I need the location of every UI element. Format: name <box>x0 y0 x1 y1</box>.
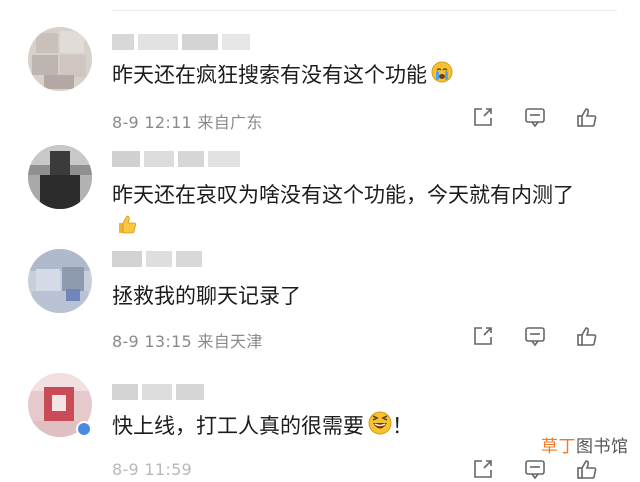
laughing-face-icon <box>368 411 392 444</box>
comment-meta: 8-9 13:15 来自天津 <box>112 332 263 351</box>
comment-text-content: 拯救我的聊天记录了 <box>112 284 301 308</box>
watermark: 草丁图书馆 <box>541 432 629 457</box>
share-icon[interactable] <box>470 104 496 130</box>
comment-meta: 8-9 11:59 <box>112 460 193 479</box>
username-blurred[interactable] <box>112 34 250 50</box>
username-blurred[interactable] <box>112 251 202 267</box>
crying-face-icon <box>431 60 453 92</box>
comment-meta: 8-9 12:11 来自广东 <box>112 113 263 132</box>
comment-text: 昨天还在疯狂搜索有没有这个功能 <box>112 59 592 92</box>
like-icon[interactable] <box>574 104 600 130</box>
comment-icon[interactable] <box>522 456 548 482</box>
share-icon[interactable] <box>470 323 496 349</box>
comment-actions <box>470 104 600 130</box>
comment-text: 拯救我的聊天记录了 <box>112 280 592 312</box>
comment-text-content: 快上线，打工人真的很需要 <box>112 414 364 438</box>
username-blurred[interactable] <box>112 384 204 400</box>
username-blurred[interactable] <box>112 151 240 167</box>
verified-badge-icon <box>76 421 92 437</box>
avatar[interactable] <box>28 27 92 91</box>
like-icon[interactable] <box>574 323 600 349</box>
comment-text: 昨天还在哀叹为啥没有这个功能，今天就有内测了 <box>112 179 592 244</box>
share-icon[interactable] <box>470 456 496 482</box>
divider-line <box>112 10 617 11</box>
comment-text-content: 昨天还在哀叹为啥没有这个功能，今天就有内测了 <box>112 183 574 207</box>
comment-icon[interactable] <box>522 104 548 130</box>
watermark-part-2: 图书馆 <box>576 437 629 457</box>
avatar[interactable] <box>28 249 92 313</box>
avatar[interactable] <box>28 145 92 209</box>
thumbs-up-icon <box>116 212 138 244</box>
comment-text: 快上线，打工人真的很需要 ！ <box>112 410 592 444</box>
watermark-part-1: 草丁 <box>541 437 576 457</box>
comment-text-content: 昨天还在疯狂搜索有没有这个功能 <box>112 63 427 87</box>
comment-actions <box>470 323 600 349</box>
like-icon[interactable] <box>574 456 600 482</box>
comment-text-suffix: ！ <box>392 414 413 438</box>
comment-icon[interactable] <box>522 323 548 349</box>
comment-actions <box>470 456 600 482</box>
